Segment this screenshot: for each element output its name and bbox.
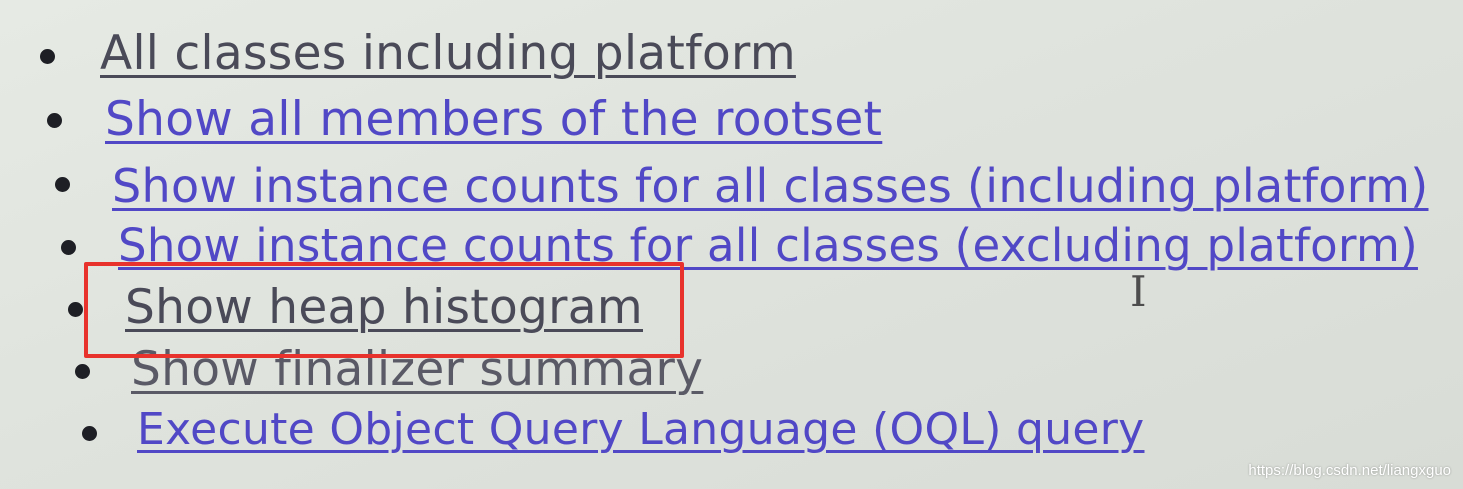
link-all-classes-including-platform[interactable]: All classes including platform	[100, 28, 796, 80]
watermark: https://blog.csdn.net/liangxguo	[1248, 462, 1451, 479]
bullet-icon	[82, 426, 97, 441]
bullet-icon	[55, 177, 70, 192]
bullet-icon	[40, 49, 55, 64]
bullet-icon	[68, 302, 83, 317]
browser-page: All classes including platform Show all …	[0, 0, 1463, 489]
text-cursor-icon: I	[1130, 267, 1147, 316]
bullet-icon	[75, 364, 90, 379]
highlight-annotation-box	[84, 262, 684, 358]
bullet-icon	[47, 113, 62, 128]
link-execute-oql-query[interactable]: Execute Object Query Language (OQL) quer…	[137, 404, 1144, 456]
bullet-icon	[61, 240, 76, 255]
link-show-rootset-members[interactable]: Show all members of the rootset	[105, 94, 882, 146]
link-instance-counts-including-platform[interactable]: Show instance counts for all classes (in…	[112, 160, 1429, 212]
